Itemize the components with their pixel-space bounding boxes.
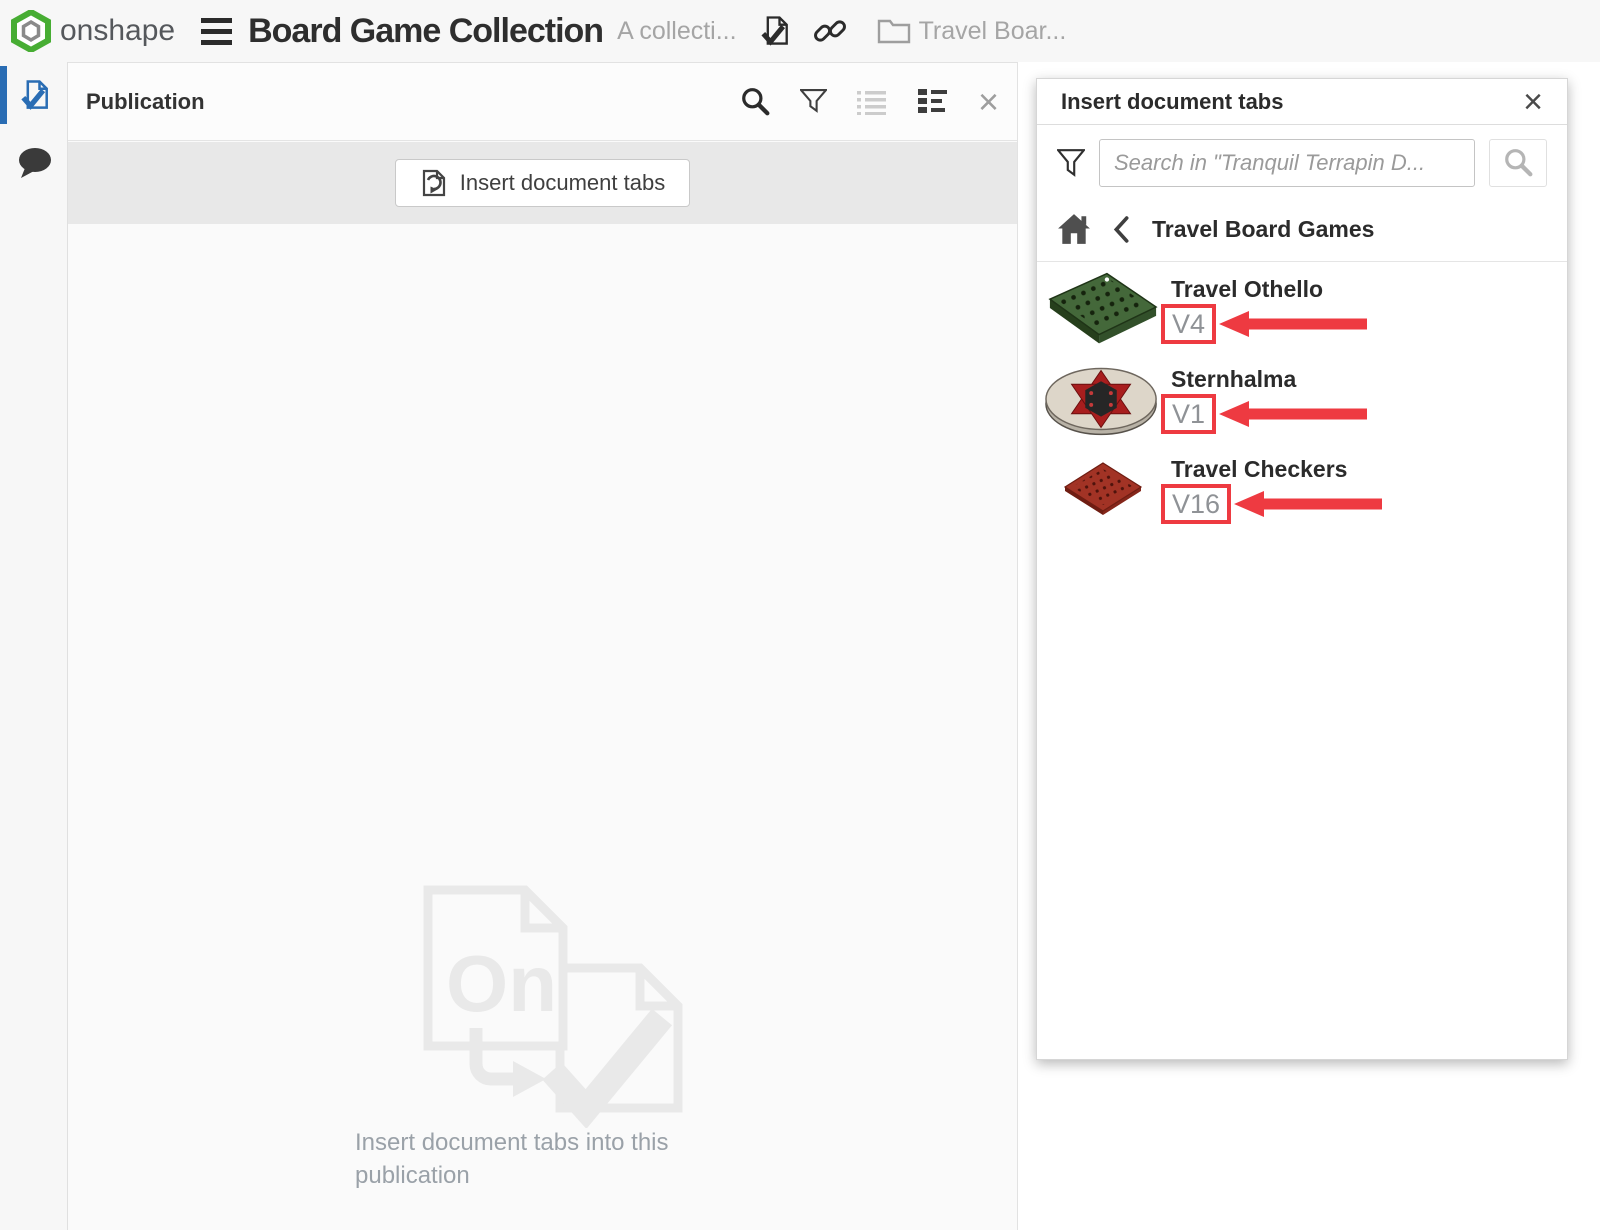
onshape-logo-icon bbox=[10, 10, 52, 52]
dialog-header: Insert document tabs × bbox=[1037, 79, 1567, 125]
dialog-search-row bbox=[1037, 125, 1567, 199]
annotation-arrow-icon bbox=[1219, 399, 1369, 429]
document-item-sternhalma[interactable]: Sternhalma V1 bbox=[1037, 352, 1567, 442]
home-icon[interactable] bbox=[1057, 213, 1091, 245]
empty-state-watermark-icon: On bbox=[400, 878, 700, 1133]
document-thumbnail bbox=[1041, 268, 1165, 348]
version-annotation-box: V16 bbox=[1161, 484, 1231, 524]
search-button[interactable] bbox=[1489, 139, 1547, 187]
insert-button-label: Insert document tabs bbox=[460, 170, 665, 196]
empty-state-text: Insert document tabs into this publicati… bbox=[355, 1126, 685, 1192]
chevron-left-icon[interactable] bbox=[1113, 216, 1130, 243]
publication-tab-icon[interactable] bbox=[17, 77, 53, 118]
document-thumbnail bbox=[1041, 448, 1165, 528]
close-dialog-icon[interactable]: × bbox=[1523, 85, 1543, 119]
document-insert-icon bbox=[420, 168, 448, 198]
dialog-breadcrumb-row: Travel Board Games bbox=[1037, 199, 1567, 262]
folder-breadcrumb[interactable]: Travel Boar... bbox=[919, 17, 1067, 46]
document-item-travel-othello[interactable]: Travel Othello V4 bbox=[1037, 262, 1567, 352]
detail-list-view-icon[interactable] bbox=[917, 88, 948, 115]
comment-icon[interactable] bbox=[17, 146, 53, 185]
magnifier-icon bbox=[1503, 148, 1533, 178]
document-name[interactable]: Sternhalma bbox=[1171, 352, 1567, 393]
close-panel-icon[interactable]: × bbox=[978, 84, 999, 120]
insert-document-tabs-button[interactable]: Insert document tabs bbox=[395, 159, 690, 207]
breadcrumb-folder-label[interactable]: Travel Board Games bbox=[1152, 216, 1374, 243]
version-annotation-box: V1 bbox=[1161, 394, 1216, 434]
document-description[interactable]: A collecti... bbox=[617, 17, 737, 46]
publication-panel: Publication bbox=[68, 62, 1018, 1230]
menu-icon[interactable] bbox=[201, 18, 232, 45]
list-view-icon[interactable] bbox=[857, 89, 887, 115]
insert-document-tabs-dialog: Insert document tabs × Travel Board Game… bbox=[1036, 78, 1568, 1060]
document-name[interactable]: Travel Othello bbox=[1171, 262, 1567, 303]
document-title: Board Game Collection bbox=[248, 12, 603, 51]
search-input[interactable] bbox=[1099, 139, 1475, 187]
brand-name: onshape bbox=[60, 14, 175, 48]
document-check-icon[interactable] bbox=[757, 13, 793, 49]
document-thumbnail bbox=[1041, 358, 1165, 438]
panel-title: Publication bbox=[86, 89, 205, 115]
app-header: onshape Board Game Collection A collecti… bbox=[0, 0, 1600, 62]
watermark-on-text: On bbox=[446, 939, 557, 1028]
annotation-arrow-icon bbox=[1234, 489, 1384, 519]
document-name[interactable]: Travel Checkers bbox=[1171, 442, 1567, 483]
active-tab-indicator bbox=[0, 66, 7, 124]
publication-toolbar-band: Insert document tabs bbox=[68, 142, 1017, 224]
dialog-title: Insert document tabs bbox=[1061, 89, 1283, 115]
filter-icon[interactable] bbox=[1057, 148, 1085, 178]
link-icon[interactable] bbox=[813, 14, 847, 48]
filter-icon[interactable] bbox=[800, 88, 827, 115]
search-icon[interactable] bbox=[740, 87, 770, 117]
folder-icon[interactable] bbox=[877, 17, 911, 45]
version-annotation-box: V4 bbox=[1161, 304, 1216, 344]
document-item-travel-checkers[interactable]: Travel Checkers V16 bbox=[1037, 442, 1567, 532]
left-sidebar bbox=[0, 62, 68, 1230]
annotation-arrow-icon bbox=[1219, 309, 1369, 339]
publication-panel-header: Publication bbox=[68, 63, 1017, 141]
